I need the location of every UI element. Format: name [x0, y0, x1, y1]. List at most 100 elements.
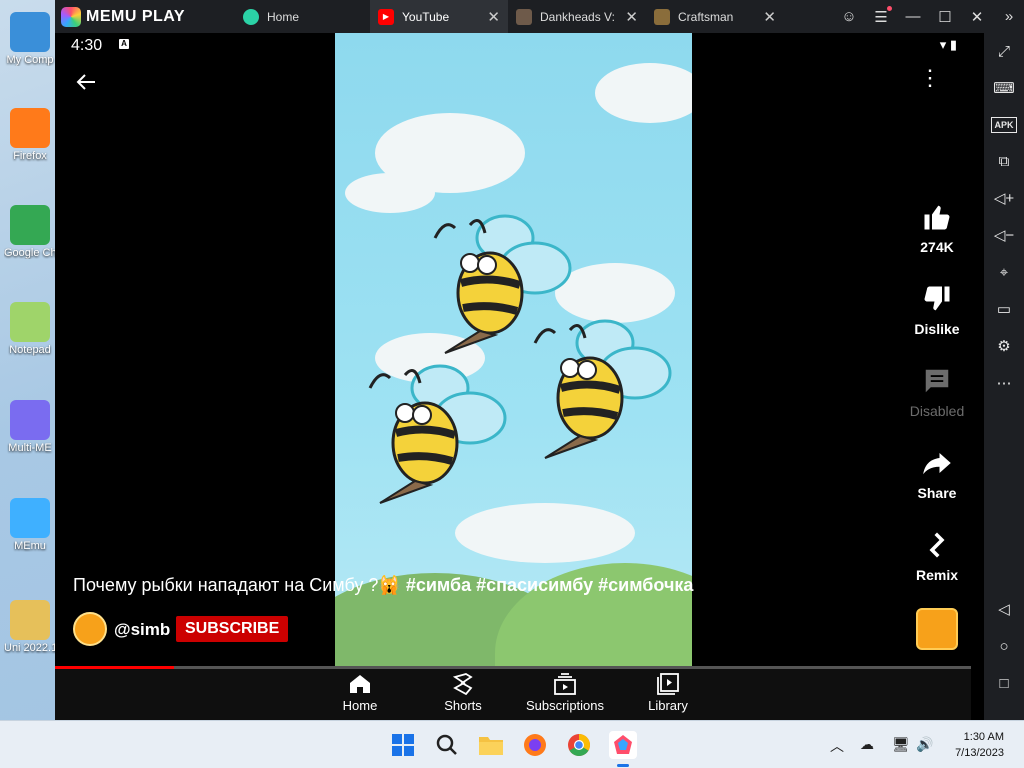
tray-chevron-icon[interactable]: ︿ [830, 736, 844, 756]
share-button[interactable]: Share [897, 445, 971, 501]
more-options-icon[interactable]: ⋮ [919, 67, 941, 89]
desktop-app-icon [10, 600, 50, 640]
desktop-icon-label: MEmu [14, 540, 46, 552]
collapse-toolbar-button[interactable]: » [1000, 8, 1018, 25]
multi-window-icon[interactable]: ⧉ [984, 147, 1024, 175]
windows-taskbar: ︿ ☁ 🖥 🔊 1:30 AM 7/13/2023 [0, 720, 1024, 768]
cloud [595, 63, 692, 123]
status-a-badge: A [119, 39, 129, 49]
thumbs-down-icon [897, 281, 971, 317]
desktop-app-icon [10, 12, 50, 52]
onedrive-offline-icon[interactable]: ☁ [860, 736, 874, 753]
file-explorer-icon[interactable] [477, 731, 505, 759]
shorts-icon [408, 673, 518, 695]
chrome-icon[interactable] [565, 731, 593, 759]
share-arrow-icon [897, 445, 971, 481]
android-recents-icon[interactable]: □ [984, 669, 1024, 697]
memu-titlebar: MEMU PLAY Home ▶ YouTube ✕ Dankheads V: … [55, 0, 1024, 33]
menu-icon[interactable]: ☰ [872, 5, 892, 26]
desktop-app-icon [10, 498, 50, 538]
desktop-icon[interactable]: Uni 2022.1 [4, 600, 56, 654]
home-icon [305, 673, 415, 695]
like-button[interactable]: 274K [897, 199, 971, 255]
windows-start-icon[interactable] [389, 731, 417, 759]
subscriptions-icon [510, 673, 620, 695]
nav-shorts[interactable]: Shorts [408, 673, 518, 713]
desktop-icon[interactable]: MEmu [4, 498, 56, 552]
firefox-icon[interactable] [521, 731, 549, 759]
memu-logo: MEMU PLAY [55, 6, 235, 27]
location-icon[interactable]: ⌖ [984, 258, 1024, 286]
subscribe-button[interactable]: SUBSCRIBE [176, 616, 289, 642]
memu-taskbar-icon[interactable] [609, 731, 637, 759]
status-wifi-battery-icon: ▾ ▮ [939, 37, 957, 52]
craftsman-icon [654, 8, 670, 25]
apk-install-icon[interactable]: APK [984, 111, 1024, 139]
video-title: Почему рыбки нападают на Симбу ?🙀 #симба… [73, 575, 694, 595]
bottom-navigation: Home Shorts Subscriptions Library [55, 669, 971, 720]
desktop-icon[interactable]: My Comp [4, 12, 56, 66]
desktop-icon-label: Multi-ME [8, 442, 52, 454]
desktop-icon-label: Firefox [13, 150, 47, 162]
tab-youtube[interactable]: ▶ YouTube ✕ [370, 0, 508, 33]
library-icon [613, 673, 723, 695]
active-app-indicator [617, 764, 629, 767]
bee-illustration [533, 319, 672, 459]
android-back-icon[interactable]: ◁ [984, 595, 1024, 623]
desktop-icon[interactable]: Firefox [4, 108, 56, 162]
comment-icon [897, 363, 971, 399]
more-icon[interactable]: ⋯ [984, 369, 1024, 397]
sound-thumbnail[interactable] [916, 608, 958, 650]
desktop-app-icon [10, 302, 50, 342]
dislike-button[interactable]: Dislike [897, 281, 971, 337]
maximize-button[interactable]: ☐ [936, 8, 954, 26]
desktop-icon[interactable]: Multi-ME [4, 400, 56, 454]
network-icon[interactable]: 🖥 [892, 736, 910, 753]
cloud [345, 173, 435, 213]
nav-subscriptions[interactable]: Subscriptions [510, 673, 620, 713]
nav-library[interactable]: Library [613, 673, 723, 713]
fullscreen-icon[interactable]: ⤢ [984, 37, 1024, 65]
channel-name[interactable]: @simb [114, 620, 170, 640]
back-arrow-icon[interactable] [75, 71, 97, 99]
remix-icon [897, 527, 971, 563]
memu-gem-icon [61, 6, 81, 27]
comments-button[interactable]: Disabled [897, 363, 971, 419]
desktop-icon-label: My Comp [6, 54, 54, 66]
desktop-icon[interactable]: Notepad [4, 302, 56, 356]
memu-side-toolbar: ⤢ ⌨ APK ⧉ ◁+ ◁− ⌖ ▭ ⚙ ⋯ ◁ ○ □ [984, 33, 1024, 720]
search-icon[interactable] [433, 731, 461, 759]
video-frame[interactable] [335, 33, 692, 666]
remix-button[interactable]: Remix [897, 527, 971, 583]
settings-gear-icon[interactable]: ⚙ [984, 332, 1024, 360]
dankheads-icon [516, 8, 532, 25]
taskbar-clock[interactable]: 1:30 AM 7/13/2023 [955, 729, 1004, 761]
youtube-icon: ▶ [378, 8, 394, 25]
desktop-icon-label: Google Chrom [4, 247, 56, 259]
minimize-button[interactable]: — [904, 8, 922, 25]
tab-close-icon[interactable]: ✕ [487, 8, 500, 26]
tab-dankheads[interactable]: Dankheads V: ✕ [508, 0, 646, 33]
keyboard-icon[interactable]: ⌨ [984, 74, 1024, 102]
desktop-icon-label: Uni 2022.1 [4, 642, 56, 654]
tab-close-icon[interactable]: ✕ [625, 8, 638, 26]
thumbs-up-icon [897, 199, 971, 235]
desktop-icon-label: Notepad [9, 344, 51, 356]
nav-home[interactable]: Home [305, 673, 415, 713]
desktop-icon[interactable]: Google Chrom [4, 205, 56, 259]
volume-icon[interactable]: 🔊 [916, 736, 933, 753]
volume-down-icon[interactable]: ◁− [984, 221, 1024, 249]
tab-close-icon[interactable]: ✕ [763, 8, 776, 26]
folder-icon[interactable]: ▭ [984, 295, 1024, 323]
window-controls: ☺ ☰ — ☐ ✕ » [840, 0, 1018, 33]
tab-craftsman[interactable]: Craftsman ✕ [646, 0, 784, 33]
tab-home[interactable]: Home [235, 0, 370, 33]
desktop-app-icon [10, 400, 50, 440]
channel-avatar[interactable] [73, 612, 107, 646]
account-icon[interactable]: ☺ [840, 8, 858, 25]
android-home-icon[interactable]: ○ [984, 632, 1024, 660]
status-time: 4:30 [71, 37, 103, 54]
memu-home-icon [243, 8, 259, 25]
volume-up-icon[interactable]: ◁+ [984, 184, 1024, 212]
close-button[interactable]: ✕ [968, 8, 986, 26]
